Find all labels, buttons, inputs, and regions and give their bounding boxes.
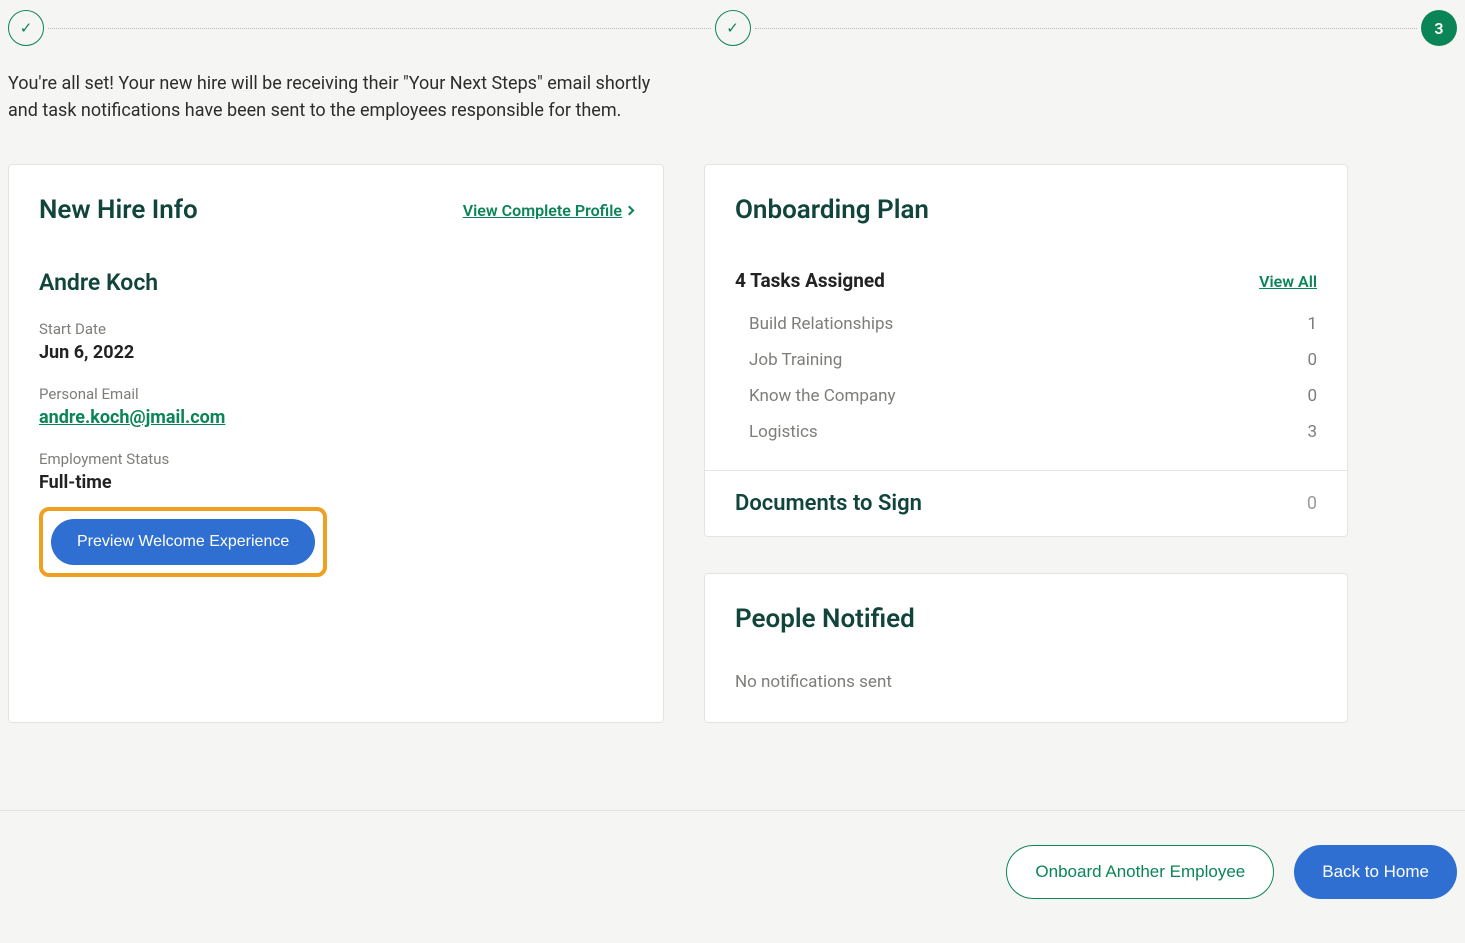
intro-text: You're all set! Your new hire will be re… <box>0 70 660 124</box>
step-2: ✓ <box>715 10 751 46</box>
new-hire-card: New Hire Info View Complete Profile Andr… <box>8 164 664 723</box>
step-number: 3 <box>1434 19 1443 38</box>
onboarding-plan-card: Onboarding Plan 4 Tasks Assigned View Al… <box>704 164 1348 537</box>
task-name: Know the Company <box>749 386 896 406</box>
check-icon: ✓ <box>20 19 33 37</box>
task-count: 0 <box>1307 350 1317 370</box>
step-line <box>48 28 711 29</box>
task-name: Job Training <box>749 350 842 370</box>
check-icon: ✓ <box>726 19 739 37</box>
task-name: Logistics <box>749 422 818 442</box>
stepper: ✓ ✓ 3 <box>0 0 1465 46</box>
task-row: Build Relationships 1 <box>749 306 1317 342</box>
people-notified-card: People Notified No notifications sent <box>704 573 1348 723</box>
view-complete-profile-link[interactable]: View Complete Profile <box>463 201 633 220</box>
task-row: Know the Company 0 <box>749 378 1317 414</box>
footer-bar: Onboard Another Employee Back to Home <box>0 810 1465 943</box>
task-count: 0 <box>1307 386 1317 406</box>
step-1: ✓ <box>8 10 44 46</box>
task-row: Logistics 3 <box>749 414 1317 450</box>
people-notified-empty: No notifications sent <box>735 672 1317 692</box>
documents-title: Documents to Sign <box>735 491 922 516</box>
start-date-value: Jun 6, 2022 <box>39 342 633 363</box>
hire-name: Andre Koch <box>39 269 633 296</box>
onboard-another-button[interactable]: Onboard Another Employee <box>1006 845 1274 899</box>
documents-section: Documents to Sign 0 <box>705 470 1347 536</box>
task-count: 1 <box>1307 314 1317 334</box>
tasks-assigned-label: 4 Tasks Assigned <box>735 269 885 292</box>
start-date-label: Start Date <box>39 320 633 338</box>
email-label: Personal Email <box>39 385 633 403</box>
preview-highlight: Preview Welcome Experience <box>39 507 327 577</box>
status-value: Full-time <box>39 472 633 493</box>
step-line <box>755 28 1418 29</box>
plan-title: Onboarding Plan <box>735 195 1317 225</box>
step-3-active: 3 <box>1421 10 1457 46</box>
people-notified-title: People Notified <box>735 604 1317 634</box>
preview-welcome-button[interactable]: Preview Welcome Experience <box>51 519 315 565</box>
back-to-home-button[interactable]: Back to Home <box>1294 845 1457 899</box>
email-link[interactable]: andre.koch@jmail.com <box>39 407 225 428</box>
chevron-right-icon <box>625 205 635 215</box>
view-all-tasks-link[interactable]: View All <box>1259 272 1317 291</box>
task-list: Build Relationships 1 Job Training 0 Kno… <box>735 306 1317 450</box>
new-hire-title: New Hire Info <box>39 195 198 225</box>
content-columns: New Hire Info View Complete Profile Andr… <box>0 164 1465 723</box>
view-profile-label: View Complete Profile <box>463 201 622 220</box>
task-name: Build Relationships <box>749 314 893 334</box>
task-row: Job Training 0 <box>749 342 1317 378</box>
task-count: 3 <box>1307 422 1317 442</box>
documents-count: 0 <box>1307 493 1317 514</box>
status-label: Employment Status <box>39 450 633 468</box>
